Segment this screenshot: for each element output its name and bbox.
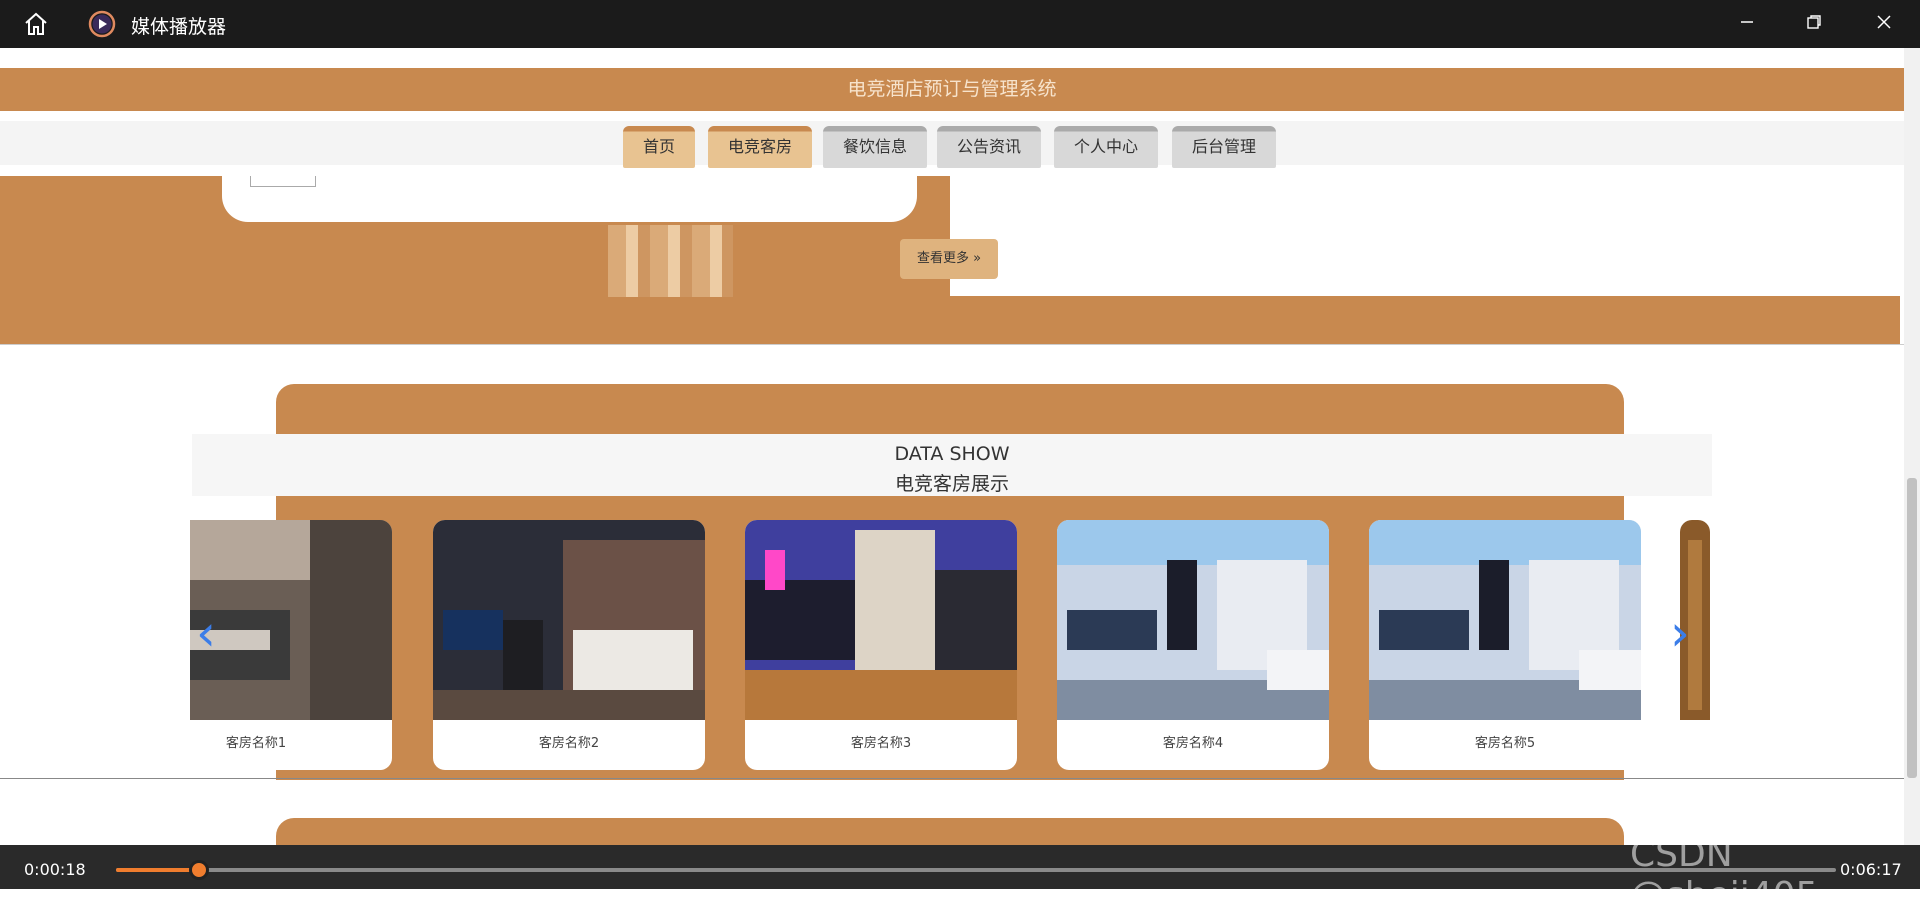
window-titlebar: 媒体播放器	[0, 0, 1920, 48]
section-title-en: DATA SHOW	[894, 443, 1010, 465]
divider	[0, 778, 1920, 779]
thumbnail-image	[608, 225, 733, 297]
seek-handle[interactable]	[188, 860, 209, 880]
room-name: 客房名称4	[1162, 736, 1224, 751]
nav-tab-dining[interactable]: 餐饮信息	[823, 126, 927, 168]
home-icon[interactable]	[22, 10, 50, 42]
nav-tab-home[interactable]: 首页	[623, 126, 695, 168]
carousel-next-arrow[interactable]: ›	[1670, 604, 1690, 662]
page-scrollbar[interactable]	[1904, 48, 1920, 845]
current-time: 0:00:18	[24, 860, 86, 879]
room-image	[1057, 520, 1329, 720]
section-title-cn: 电竞客房展示	[894, 473, 1009, 495]
room-name: 客房名称1	[225, 736, 287, 751]
carousel-prev-arrow[interactable]: ‹	[196, 604, 216, 662]
nav-tab-admin[interactable]: 后台管理	[1172, 126, 1276, 168]
close-button[interactable]	[1861, 8, 1907, 40]
room-image	[190, 520, 392, 720]
room-card[interactable]: 客房名称1	[190, 520, 392, 770]
nav-tab-profile[interactable]: 个人中心	[1054, 126, 1158, 168]
minimize-button[interactable]	[1724, 8, 1770, 40]
restore-button[interactable]	[1791, 8, 1837, 40]
room-card[interactable]: 客房名称5	[1369, 520, 1641, 770]
scrollbar-thumb[interactable]	[1907, 478, 1917, 778]
close-icon	[1876, 14, 1892, 34]
view-more-button[interactable]: 查看更多 »	[900, 239, 998, 279]
video-frame: 电竞酒店预订与管理系统 首页 电竞客房 餐饮信息 公告资讯 个人中心 后台管理 …	[0, 48, 1920, 845]
room-card[interactable]: 客房名称2	[433, 520, 705, 770]
featured-panel	[950, 176, 1904, 296]
restore-icon	[1806, 14, 1822, 34]
room-image	[433, 520, 705, 720]
room-name: 客房名称3	[850, 736, 912, 751]
seek-bar[interactable]	[116, 860, 1836, 880]
watermark-text: CSDN @sheji405	[1630, 834, 1819, 916]
nav-tab-rooms[interactable]: 电竞客房	[708, 126, 812, 168]
card-tag	[250, 176, 316, 187]
main-nav: 首页 电竞客房 餐饮信息 公告资讯 个人中心 后台管理	[0, 121, 1920, 168]
room-show-heading: DATA SHOW 电竞客房展示	[192, 434, 1712, 496]
room-image	[1369, 520, 1641, 720]
room-name: 客房名称2	[538, 736, 600, 751]
room-card[interactable]: 客房名称3	[745, 520, 1017, 770]
room-carousel: 客房名称1 客房名称2 客房名称3 客房名称4 客房名称5	[190, 520, 1710, 770]
nav-tab-news[interactable]: 公告资讯	[937, 126, 1041, 168]
room-name: 客房名称5	[1474, 736, 1536, 751]
window-title: 媒体播放器	[131, 16, 227, 38]
room-image	[745, 520, 1017, 720]
seek-progress	[116, 868, 199, 872]
next-section-band	[276, 818, 1624, 845]
minimize-icon	[1739, 14, 1755, 34]
room-card[interactable]: 客房名称4	[1057, 520, 1329, 770]
divider	[0, 344, 1920, 345]
site-title: 电竞酒店预订与管理系统	[0, 68, 1904, 111]
media-player-icon	[88, 10, 116, 42]
featured-card	[222, 176, 917, 222]
